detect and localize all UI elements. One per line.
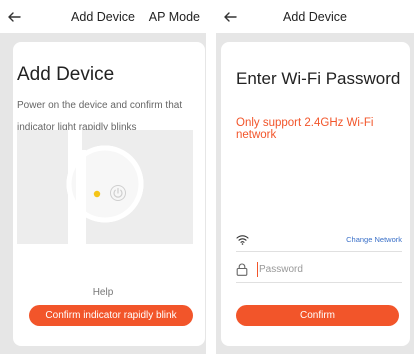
- card-title: Enter Wi-Fi Password: [236, 69, 401, 88]
- ap-mode-button[interactable]: AP Mode: [149, 10, 200, 24]
- password-input[interactable]: [257, 262, 397, 277]
- wifi-network-row: Change Network: [236, 232, 402, 246]
- lock-icon: [236, 263, 248, 276]
- indicator-light-icon: [93, 190, 101, 198]
- divider: [236, 251, 402, 252]
- page-title: Add Device: [283, 10, 347, 24]
- power-icon: [110, 185, 126, 201]
- wifi-icon: [236, 232, 249, 245]
- device-illustration: [17, 130, 193, 244]
- top-bar: Add Device: [216, 0, 414, 33]
- divider: [236, 282, 402, 283]
- change-network-link[interactable]: Change Network: [346, 235, 402, 244]
- frequency-warning: Only support 2.4GHz Wi-Fi network: [236, 117, 374, 141]
- help-link[interactable]: Help: [0, 287, 206, 298]
- card-title: Add Device: [17, 64, 115, 85]
- password-row: [236, 262, 402, 278]
- confirm-blink-button[interactable]: Confirm indicator rapidly blink: [29, 305, 193, 326]
- top-bar: Add Device AP Mode: [0, 0, 206, 33]
- confirm-button[interactable]: Confirm: [236, 305, 399, 326]
